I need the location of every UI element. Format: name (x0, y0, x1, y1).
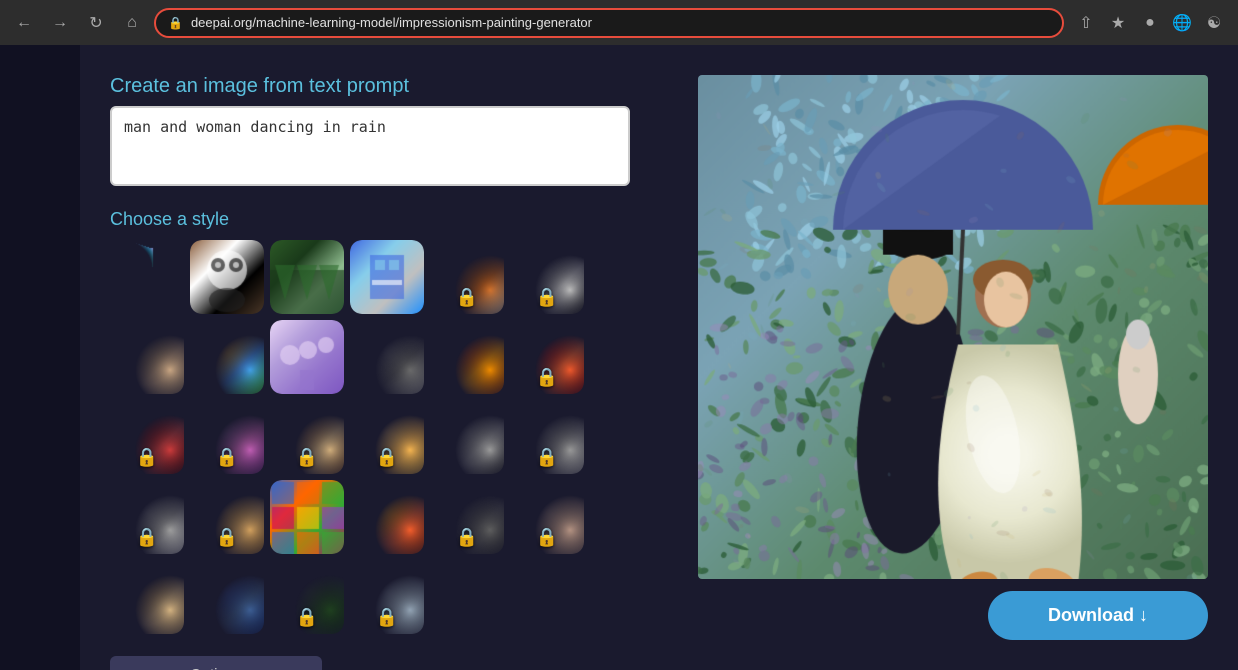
style-item-5[interactable]: 🔒 (430, 240, 504, 314)
style-item-16[interactable]: 🔒 (350, 400, 424, 474)
options-button[interactable]: Options (110, 656, 322, 670)
style-item-2[interactable] (190, 240, 264, 314)
style-section: Choose a style 🔒 🔒 🔒 🔒 🔒 🔒 🔒 🔒 🔒 🔒 🔒 🔒 🔒 🔒 (110, 209, 630, 634)
style-item-8[interactable] (190, 320, 264, 394)
lock-icon-13: 🔒 (136, 447, 158, 468)
choose-style-label: Choose a style (110, 209, 630, 230)
address-text: deepai.org/machine-learning-model/impres… (191, 15, 592, 30)
style-item-7[interactable] (110, 320, 184, 394)
style-item-22[interactable] (350, 480, 424, 554)
style-item-6[interactable]: 🔒 (510, 240, 584, 314)
generated-canvas (698, 75, 1208, 579)
lock-icon-20: 🔒 (216, 527, 238, 548)
lock-icon-5: 🔒 (456, 287, 478, 308)
lock-icon-15: 🔒 (296, 447, 318, 468)
style-item-1[interactable] (110, 240, 184, 314)
style-item-15[interactable]: 🔒 (270, 400, 344, 474)
lock-icon-18: 🔒 (536, 447, 558, 468)
main-area: Create an image from text prompt Choose … (80, 45, 1238, 670)
style-item-20[interactable]: 🔒 (190, 480, 264, 554)
lock-icon-16: 🔒 (376, 447, 398, 468)
page-content: Create an image from text prompt Choose … (0, 45, 1238, 670)
address-bar[interactable]: 🔒 deepai.org/machine-learning-model/impr… (154, 8, 1064, 38)
sidebar (0, 45, 80, 670)
lock-icon-19: 🔒 (136, 527, 158, 548)
style-item-9[interactable] (270, 320, 344, 394)
lock-icon-6: 🔒 (536, 287, 558, 308)
left-panel: Create an image from text prompt Choose … (110, 75, 630, 650)
options-area: Options (110, 656, 630, 670)
share-button[interactable]: ⇧ (1072, 9, 1100, 37)
style-item-27[interactable]: 🔒 (270, 560, 344, 634)
style-item-24[interactable]: 🔒 (510, 480, 584, 554)
lock-icon-27: 🔒 (296, 607, 318, 628)
reload-button[interactable]: ↻ (82, 9, 110, 37)
browser-actions: ⇧ ★ ● 🌐 ☯ (1072, 9, 1228, 37)
lock-icon-28: 🔒 (376, 607, 398, 628)
style-item-10[interactable] (350, 320, 424, 394)
profile-button[interactable]: ● (1136, 9, 1164, 37)
home-button[interactable]: ⌂ (118, 9, 146, 37)
style-item-19[interactable]: 🔒 (110, 480, 184, 554)
lock-icon-14: 🔒 (216, 447, 238, 468)
download-button[interactable]: Download ↓ (988, 591, 1208, 640)
style-item-17[interactable] (430, 400, 504, 474)
browser-chrome: ← → ↻ ⌂ 🔒 deepai.org/machine-learning-mo… (0, 0, 1238, 45)
style-item-13[interactable]: 🔒 (110, 400, 184, 474)
lock-icon: 🔒 (168, 16, 183, 30)
style-item-3[interactable] (270, 240, 344, 314)
style-item-14[interactable]: 🔒 (190, 400, 264, 474)
back-button[interactable]: ← (10, 9, 38, 37)
lock-icon-23: 🔒 (456, 527, 478, 548)
style-item-26[interactable] (190, 560, 264, 634)
style-item-4[interactable] (350, 240, 424, 314)
style-item-18[interactable]: 🔒 (510, 400, 584, 474)
lock-icon-24: 🔒 (536, 527, 558, 548)
page-title: Create an image from text prompt (110, 75, 630, 98)
world-button[interactable]: 🌐 (1168, 9, 1196, 37)
generated-image (698, 75, 1208, 579)
prompt-input[interactable] (110, 106, 630, 186)
style-item-23[interactable]: 🔒 (430, 480, 504, 554)
bookmark-button[interactable]: ★ (1104, 9, 1132, 37)
style-item-11[interactable] (430, 320, 504, 394)
extensions-button[interactable]: ☯ (1200, 9, 1228, 37)
right-panel: Download ↓ (660, 75, 1208, 650)
style-item-21[interactable] (270, 480, 344, 554)
style-item-28[interactable]: 🔒 (350, 560, 424, 634)
lock-icon-12: 🔒 (536, 367, 558, 388)
create-section: Create an image from text prompt (110, 75, 630, 191)
styles-grid: 🔒 🔒 🔒 🔒 🔒 🔒 🔒 🔒 🔒 🔒 🔒 🔒 🔒 🔒 (110, 240, 630, 634)
forward-button[interactable]: → (46, 9, 74, 37)
style-item-25[interactable] (110, 560, 184, 634)
style-item-12[interactable]: 🔒 (510, 320, 584, 394)
